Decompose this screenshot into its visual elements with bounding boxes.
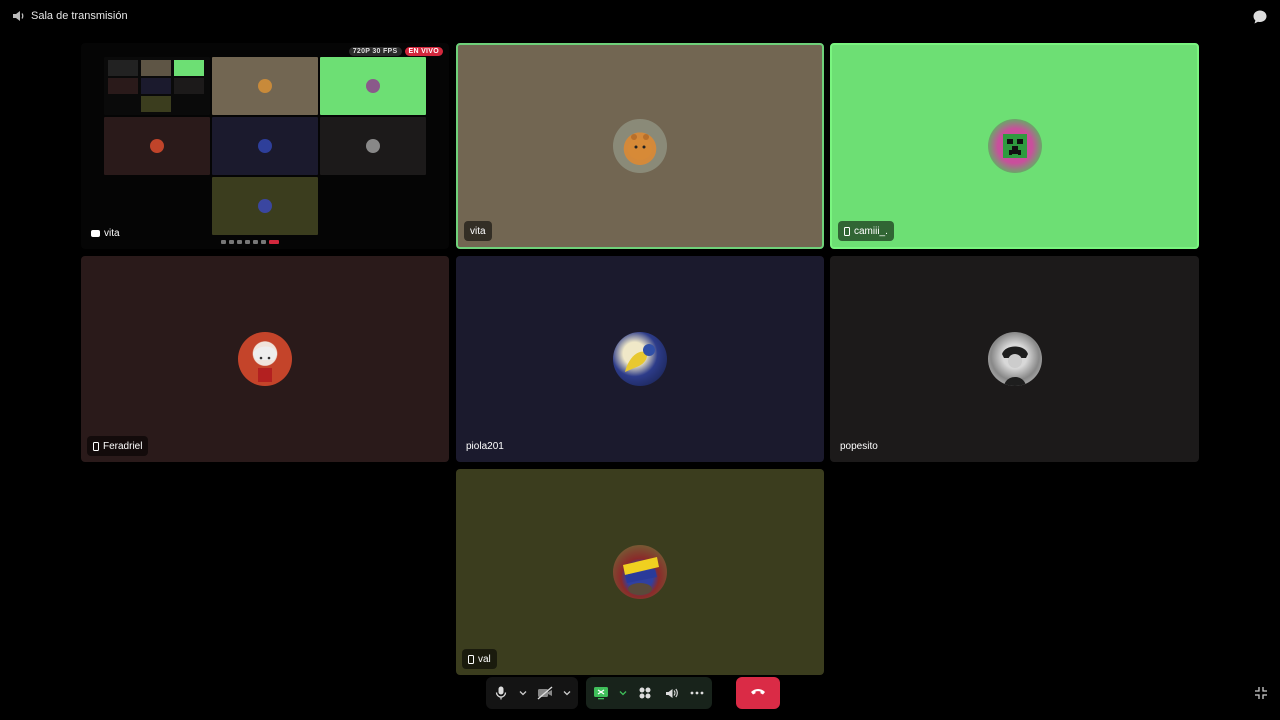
participant-name: Feradriel bbox=[103, 440, 143, 452]
camera-off-icon[interactable] bbox=[536, 684, 554, 702]
exit-fullscreen-icon[interactable] bbox=[1254, 686, 1268, 700]
avatar bbox=[613, 119, 667, 173]
more-icon[interactable] bbox=[688, 684, 706, 702]
participant-tile-feradriel[interactable]: Feradriel bbox=[81, 256, 449, 462]
mobile-icon bbox=[468, 654, 474, 664]
participant-tile-piola[interactable]: piola201 bbox=[456, 256, 824, 462]
disconnect-icon bbox=[750, 684, 766, 702]
window-header: Sala de transmisión bbox=[0, 0, 1280, 32]
activities-icon[interactable] bbox=[636, 684, 654, 702]
participant-name: camiii_. bbox=[854, 225, 888, 237]
actions-group bbox=[586, 677, 712, 709]
chevron-down-icon[interactable] bbox=[518, 684, 528, 702]
participant-tile-camiii[interactable]: camiii_. bbox=[830, 43, 1199, 249]
avatar bbox=[613, 545, 667, 599]
avatar bbox=[987, 332, 1042, 386]
chevron-down-icon[interactable] bbox=[562, 684, 572, 702]
chat-bubble-icon[interactable] bbox=[1252, 9, 1268, 25]
participant-tile-popesito[interactable]: popesito bbox=[830, 256, 1199, 462]
participant-label: Feradriel bbox=[87, 436, 149, 456]
mini-tile-popesito bbox=[320, 117, 426, 175]
mobile-icon bbox=[844, 226, 850, 236]
screen-icon bbox=[91, 229, 100, 237]
mini-tile-piola bbox=[212, 117, 318, 175]
screenshare-tile[interactable]: 720P 30 FPS EN VIVO vita bbox=[81, 43, 449, 249]
mobile-icon bbox=[93, 441, 99, 451]
speaker-icon bbox=[11, 9, 25, 23]
resolution-badge: 720P 30 FPS bbox=[348, 47, 402, 56]
screen-share-icon[interactable] bbox=[592, 684, 610, 702]
mini-tile-vita bbox=[212, 57, 318, 115]
mic-camera-group bbox=[486, 677, 578, 709]
avatar bbox=[238, 332, 292, 386]
participant-label: popesito bbox=[836, 436, 884, 456]
mini-tile-camiii bbox=[320, 57, 426, 115]
participant-name: val bbox=[478, 653, 491, 665]
participant-name: popesito bbox=[840, 440, 878, 452]
participant-label: piola201 bbox=[462, 436, 510, 456]
participant-name: piola201 bbox=[466, 440, 504, 452]
disconnect-button[interactable] bbox=[736, 677, 780, 709]
presenter-name: vita bbox=[104, 227, 120, 239]
mini-grid-tile bbox=[104, 57, 210, 115]
chevron-down-icon[interactable] bbox=[618, 684, 628, 702]
live-badge: EN VIVO bbox=[404, 47, 443, 56]
stream-badges: 720P 30 FPS EN VIVO bbox=[348, 47, 443, 56]
avatar bbox=[613, 332, 667, 386]
mini-tile-val bbox=[212, 177, 318, 235]
participant-label: val bbox=[462, 649, 497, 669]
call-control-bar bbox=[486, 677, 780, 709]
participant-name: vita bbox=[470, 225, 486, 237]
soundboard-icon[interactable] bbox=[662, 684, 680, 702]
mini-control-bar bbox=[221, 238, 311, 246]
participant-tile-vita[interactable]: vita bbox=[456, 43, 824, 249]
microphone-icon[interactable] bbox=[492, 684, 510, 702]
mini-tile-feradriel bbox=[104, 117, 210, 175]
presenter-label: vita bbox=[87, 223, 126, 243]
channel-title: Sala de transmisión bbox=[31, 10, 128, 22]
participant-label: vita bbox=[464, 221, 492, 241]
participant-tile-val[interactable]: val bbox=[456, 469, 824, 675]
avatar bbox=[987, 119, 1042, 173]
participant-label: camiii_. bbox=[838, 221, 894, 241]
